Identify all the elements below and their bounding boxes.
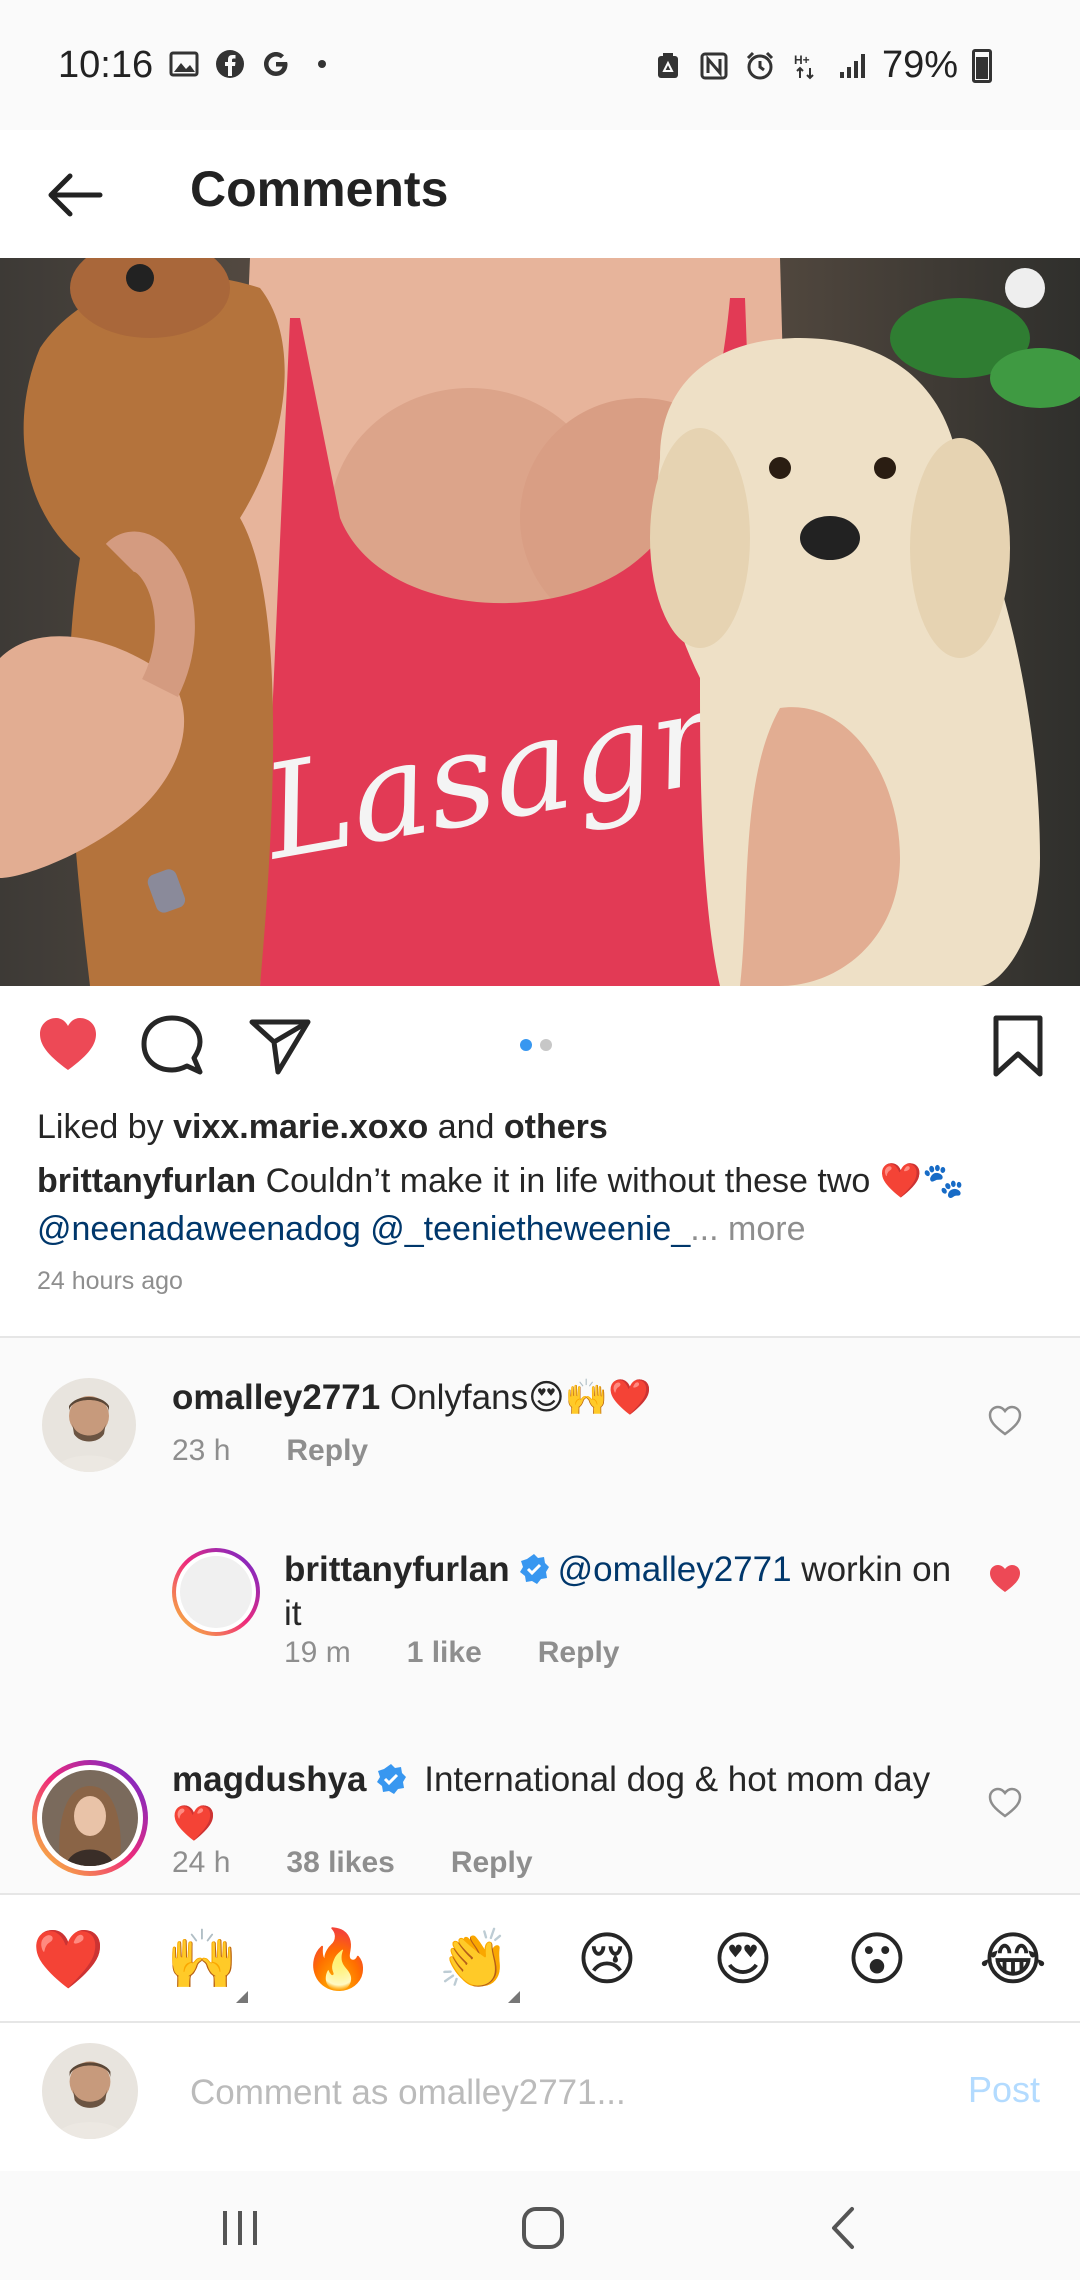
caption: brittanyfurlan Couldn’t make it in life …: [37, 1157, 1043, 1253]
caption-mention-2[interactable]: @_teenietheweenie_: [370, 1210, 690, 1248]
avatar-inner: [176, 1552, 256, 1632]
back-icon[interactable]: [810, 2193, 880, 2263]
comment-meta: 24 h 38 likes Reply: [172, 1846, 533, 1880]
recent-apps-icon[interactable]: [205, 2193, 275, 2263]
nfc-icon: [700, 52, 728, 79]
emoji-surprised-face[interactable]: 😮: [842, 1925, 912, 1995]
comment-username[interactable]: omalley2771: [172, 1378, 380, 1417]
avatar-inner: [37, 1765, 143, 1871]
liked-prefix: Liked by: [37, 1108, 174, 1146]
bookmark-icon[interactable]: [986, 1014, 1050, 1078]
system-nav-bar: [0, 2171, 1080, 2280]
caption-mention-1[interactable]: @neenadaweenadog: [37, 1210, 361, 1248]
emoji-heart-eyes[interactable]: 😍: [708, 1925, 778, 1995]
carousel-indicator: [520, 1039, 552, 1051]
status-bar: 10:16 H+ 79%: [0, 0, 1080, 130]
like-heart-icon[interactable]: [36, 1014, 100, 1078]
verified-badge-icon: [376, 1764, 406, 1794]
status-time: 10:16: [58, 44, 154, 86]
comment-list: omalley2771 Onlyfans😍🙌❤️ 23 h Reply brit…: [0, 1338, 1080, 1893]
comment-composer: Post: [0, 2021, 1080, 2171]
avatar: [180, 1556, 252, 1628]
comment-reply-item: brittanyfurlan @omalley2771 workin on it …: [0, 1548, 1080, 1748]
emoji-quick-bar: ❤️ 🙌 🔥 👏 😢 😍 😮 😂: [0, 1893, 1080, 2021]
signal-icon: [839, 53, 865, 78]
current-user-avatar: [42, 2043, 138, 2139]
comment-like-heart-icon[interactable]: [988, 1404, 1022, 1438]
comment-text: Onlyfans😍🙌❤️: [380, 1378, 652, 1417]
liked-others[interactable]: others: [504, 1108, 608, 1146]
emoji-crying-face[interactable]: 😢: [572, 1925, 642, 1995]
reply-button[interactable]: Reply: [451, 1846, 533, 1880]
comment-item: omalley2771 Onlyfans😍🙌❤️ 23 h Reply: [0, 1338, 1080, 1548]
comment-time: 23 h: [172, 1434, 231, 1467]
liked-user[interactable]: vixx.marie.xoxo: [173, 1108, 428, 1146]
comment-meta: 19 m 1 like Reply: [284, 1636, 619, 1670]
post-timestamp: 24 hours ago: [37, 1267, 183, 1295]
data-icon: H+: [794, 53, 814, 79]
carousel-dot: [540, 1039, 552, 1051]
recycle-icon: [657, 52, 678, 78]
facebook-icon: [216, 50, 244, 78]
reply-button[interactable]: Reply: [286, 1434, 368, 1468]
comment-like-heart-icon[interactable]: [988, 1562, 1022, 1596]
svg-text:H+: H+: [794, 53, 810, 67]
caption-ellipsis: ...: [690, 1210, 719, 1248]
home-icon[interactable]: [508, 2193, 578, 2263]
google-icon: [264, 52, 288, 76]
liked-by[interactable]: Liked by vixx.marie.xoxo and others: [37, 1108, 1043, 1147]
comment-icon[interactable]: [140, 1014, 204, 1078]
skin-tone-indicator-icon: [508, 1991, 520, 2003]
comment-input[interactable]: [190, 2063, 910, 2123]
status-right-icons: H+ 79%: [652, 44, 992, 87]
comment-mention[interactable]: @omalley2771: [558, 1550, 792, 1589]
alarm-icon: [746, 51, 773, 79]
post-actions: [0, 986, 1080, 1096]
carousel-dot-active: [520, 1039, 532, 1051]
emoji-fire[interactable]: 🔥: [302, 1925, 374, 1995]
gallery-icon: [169, 51, 199, 77]
share-icon[interactable]: [248, 1014, 312, 1078]
comment-like-heart-icon[interactable]: [988, 1786, 1022, 1820]
avatar: [42, 1770, 138, 1866]
skin-tone-indicator-icon: [236, 1991, 248, 2003]
caption-username[interactable]: brittanyfurlan: [37, 1162, 256, 1200]
comment-username[interactable]: magdushya: [172, 1760, 367, 1799]
comment-time: 24 h: [172, 1846, 231, 1879]
caption-more-link[interactable]: more: [719, 1210, 805, 1248]
post-caption-block: Liked by vixx.marie.xoxo and others brit…: [0, 1096, 1080, 1336]
liked-and: and: [428, 1108, 504, 1146]
battery-percent: 79%: [881, 44, 958, 86]
comment-likes[interactable]: 38 likes: [286, 1846, 394, 1880]
dot-icon: [318, 60, 326, 68]
emoji-tears-of-joy[interactable]: 😂: [978, 1925, 1048, 1995]
post-button[interactable]: Post: [968, 2069, 1040, 2111]
page-title: Comments: [190, 161, 449, 217]
avatar-story-ring[interactable]: [32, 1760, 148, 1876]
avatar-story-ring[interactable]: [172, 1548, 260, 1636]
comment-body: omalley2771 Onlyfans😍🙌❤️: [172, 1376, 952, 1420]
caption-text: Couldn’t make it in life without these t…: [256, 1162, 965, 1200]
comment-item: magdushya International dog & hot mom da…: [0, 1748, 1080, 1893]
header: Comments: [0, 130, 1080, 258]
verified-badge-icon: [519, 1554, 549, 1584]
back-arrow-icon[interactable]: [40, 160, 110, 230]
status-left-icons: [168, 48, 338, 80]
comment-username[interactable]: brittanyfurlan: [284, 1550, 510, 1589]
post-image[interactable]: Lasagne: [0, 258, 1080, 986]
comment-body: brittanyfurlan @omalley2771 workin on it: [284, 1548, 964, 1636]
emoji-raising-hands[interactable]: 🙌: [166, 1925, 238, 1995]
battery-icon: [972, 48, 992, 83]
emoji-clapping-hands[interactable]: 👏: [438, 1925, 510, 1995]
comment-body: magdushya International dog & hot mom da…: [172, 1758, 952, 1846]
emoji-red-heart[interactable]: ❤️: [32, 1925, 104, 1995]
reply-button[interactable]: Reply: [538, 1636, 620, 1670]
avatar[interactable]: [42, 1378, 136, 1472]
comment-time: 19 m: [284, 1636, 351, 1669]
comment-meta: 23 h Reply: [172, 1434, 368, 1468]
comment-likes[interactable]: 1 like: [407, 1636, 482, 1670]
